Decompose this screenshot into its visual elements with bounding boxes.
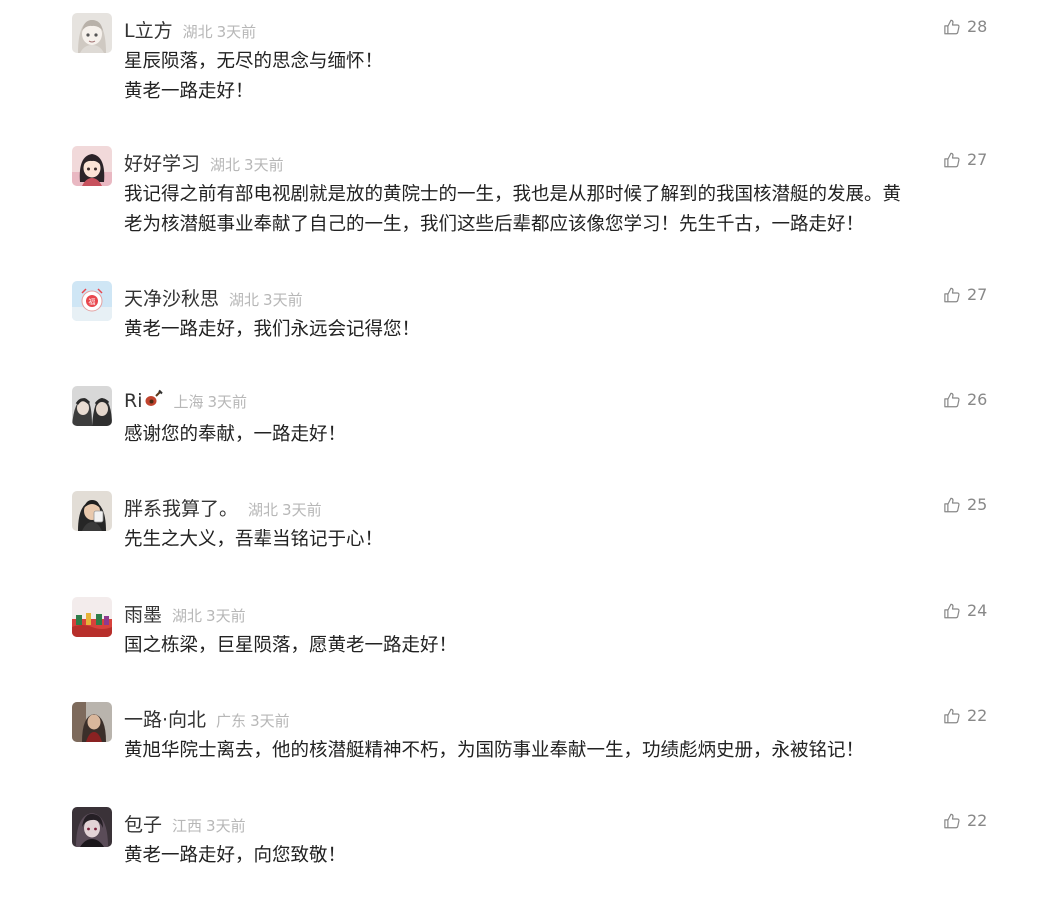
like-count: 22 [967, 811, 988, 830]
avatar[interactable] [72, 13, 112, 53]
avatar-image [72, 807, 112, 847]
location-label: 湖北 [172, 607, 203, 625]
avatar-image [72, 13, 112, 53]
comment-meta: L立方 湖北 3天前 [124, 16, 256, 42]
like-count: 22 [967, 706, 988, 725]
avatar[interactable] [72, 491, 112, 531]
timestamp: 3天前 [207, 393, 248, 411]
like-button[interactable]: 28 [943, 17, 987, 36]
comment-meta: Ri 上海 3天前 [124, 389, 248, 412]
comment-meta: 包子 江西 3天前 [124, 810, 246, 836]
timestamp: 3天前 [206, 817, 246, 835]
username[interactable]: Ri [124, 389, 164, 412]
username-text: Ri [124, 390, 143, 412]
like-button[interactable]: 27 [943, 285, 987, 304]
comment-meta: 好好学习 湖北 3天前 [124, 149, 284, 175]
location-label: 江西 [172, 817, 203, 835]
timestamp: 3天前 [282, 501, 322, 519]
thumbs-up-icon [944, 392, 960, 407]
svg-text:福: 福 [89, 297, 96, 306]
username[interactable]: 包子 [124, 810, 162, 837]
avatar-image [72, 597, 112, 637]
like-button[interactable]: 24 [943, 601, 987, 620]
avatar[interactable] [72, 386, 112, 426]
location-label: 湖北 [210, 156, 241, 174]
thumbs-up-icon [944, 497, 960, 512]
like-count: 27 [967, 285, 988, 304]
comment-text: 国之栋梁，巨星陨落，愿黄老一路走好！ [124, 631, 994, 661]
like-count: 27 [967, 150, 988, 169]
timestamp: 3天前 [263, 291, 303, 309]
comment-text-line: 先生之大义，吾辈当铭记于心！ [124, 529, 384, 550]
like-count: 26 [967, 390, 988, 409]
comment-text-line: 国之栋梁，巨星陨落，愿黄老一路走好！ [124, 635, 458, 656]
username[interactable]: 雨墨 [124, 600, 162, 627]
avatar[interactable] [72, 597, 112, 637]
like-button[interactable]: 26 [943, 390, 987, 409]
comment-text: 我记得之前有部电视剧就是放的黄院士的一生，我也是从那时候了解到的我国核潜艇的发展… [124, 180, 994, 240]
username[interactable]: 好好学习 [124, 149, 200, 176]
comment-text: 黄老一路走好，向您致敬！ [124, 841, 994, 871]
guitar-icon [143, 389, 164, 409]
comment-text: 星辰陨落，无尽的思念与缅怀！ 黄老一路走好！ [124, 47, 994, 107]
comment-text-line: 星辰陨落，无尽的思念与缅怀！ [124, 51, 384, 72]
comment-text-line: 我记得之前有部电视剧就是放的黄院士的一生，我也是从那时候了解到的我国核潜艇的发展… [124, 184, 902, 205]
comment-meta: 天净沙秋思 湖北 3天前 [124, 284, 303, 310]
thumbs-up-icon [944, 19, 960, 34]
thumbs-up-icon [944, 603, 960, 618]
comment-meta: 胖系我算了。 湖北 3天前 [124, 494, 322, 520]
comment-text-line: 老为核潜艇事业奉献了自己的一生，我们这些后辈都应该像您学习！先生千古，一路走好！ [124, 214, 865, 235]
username[interactable]: 胖系我算了。 [124, 494, 238, 521]
username[interactable]: L立方 [124, 16, 173, 43]
timestamp: 3天前 [206, 607, 246, 625]
comment-text-line: 黄旭华院士离去，他的核潜艇精神不朽，为国防事业奉献一生，功绩彪炳史册，永被铭记！ [124, 740, 865, 761]
thumbs-up-icon [944, 708, 960, 723]
comment-text-line: 黄老一路走好！ [124, 81, 254, 102]
comment-text: 黄旭华院士离去，他的核潜艇精神不朽，为国防事业奉献一生，功绩彪炳史册，永被铭记！ [124, 736, 994, 766]
comment-text-line: 黄老一路走好，向您致敬！ [124, 845, 347, 866]
comment-list: L立方 湖北 3天前 星辰陨落，无尽的思念与缅怀！ 黄老一路走好！ 28 好好学… [0, 0, 1052, 900]
comment-text-line: 黄老一路走好，我们永远会记得您！ [124, 319, 421, 340]
thumbs-up-icon [944, 152, 960, 167]
like-button[interactable]: 27 [943, 150, 987, 169]
avatar-image [72, 491, 112, 531]
username[interactable]: 一路·向北 [124, 705, 206, 732]
like-count: 28 [967, 17, 988, 36]
avatar[interactable]: 福 [72, 281, 112, 321]
location-label: 湖北 [229, 291, 260, 309]
location-label: 湖北 [182, 23, 213, 41]
timestamp: 3天前 [244, 156, 284, 174]
comment-meta: 雨墨 湖北 3天前 [124, 600, 246, 626]
avatar[interactable] [72, 702, 112, 742]
location-label: 湖北 [248, 501, 279, 519]
avatar-image [72, 146, 112, 186]
username[interactable]: 天净沙秋思 [124, 284, 219, 311]
like-button[interactable]: 25 [943, 495, 987, 514]
timestamp: 3天前 [216, 23, 257, 41]
location-label: 上海 [173, 393, 204, 411]
avatar[interactable] [72, 807, 112, 847]
comment-text: 先生之大义，吾辈当铭记于心！ [124, 525, 994, 555]
like-count: 25 [967, 495, 988, 514]
like-count: 24 [967, 601, 988, 620]
thumbs-up-icon [944, 813, 960, 828]
avatar-image: 福 [72, 281, 112, 321]
like-button[interactable]: 22 [943, 706, 987, 725]
comment-text: 感谢您的奉献，一路走好！ [124, 420, 994, 450]
comment-text: 黄老一路走好，我们永远会记得您！ [124, 315, 994, 345]
comment-text-line: 感谢您的奉献，一路走好！ [124, 424, 347, 445]
location-label: 广东 [216, 712, 247, 730]
avatar-image [72, 386, 112, 426]
avatar[interactable] [72, 146, 112, 186]
like-button[interactable]: 22 [943, 811, 987, 830]
timestamp: 3天前 [250, 712, 290, 730]
avatar-image [72, 702, 112, 742]
thumbs-up-icon [944, 287, 960, 302]
comment-meta: 一路·向北 广东 3天前 [124, 705, 290, 731]
